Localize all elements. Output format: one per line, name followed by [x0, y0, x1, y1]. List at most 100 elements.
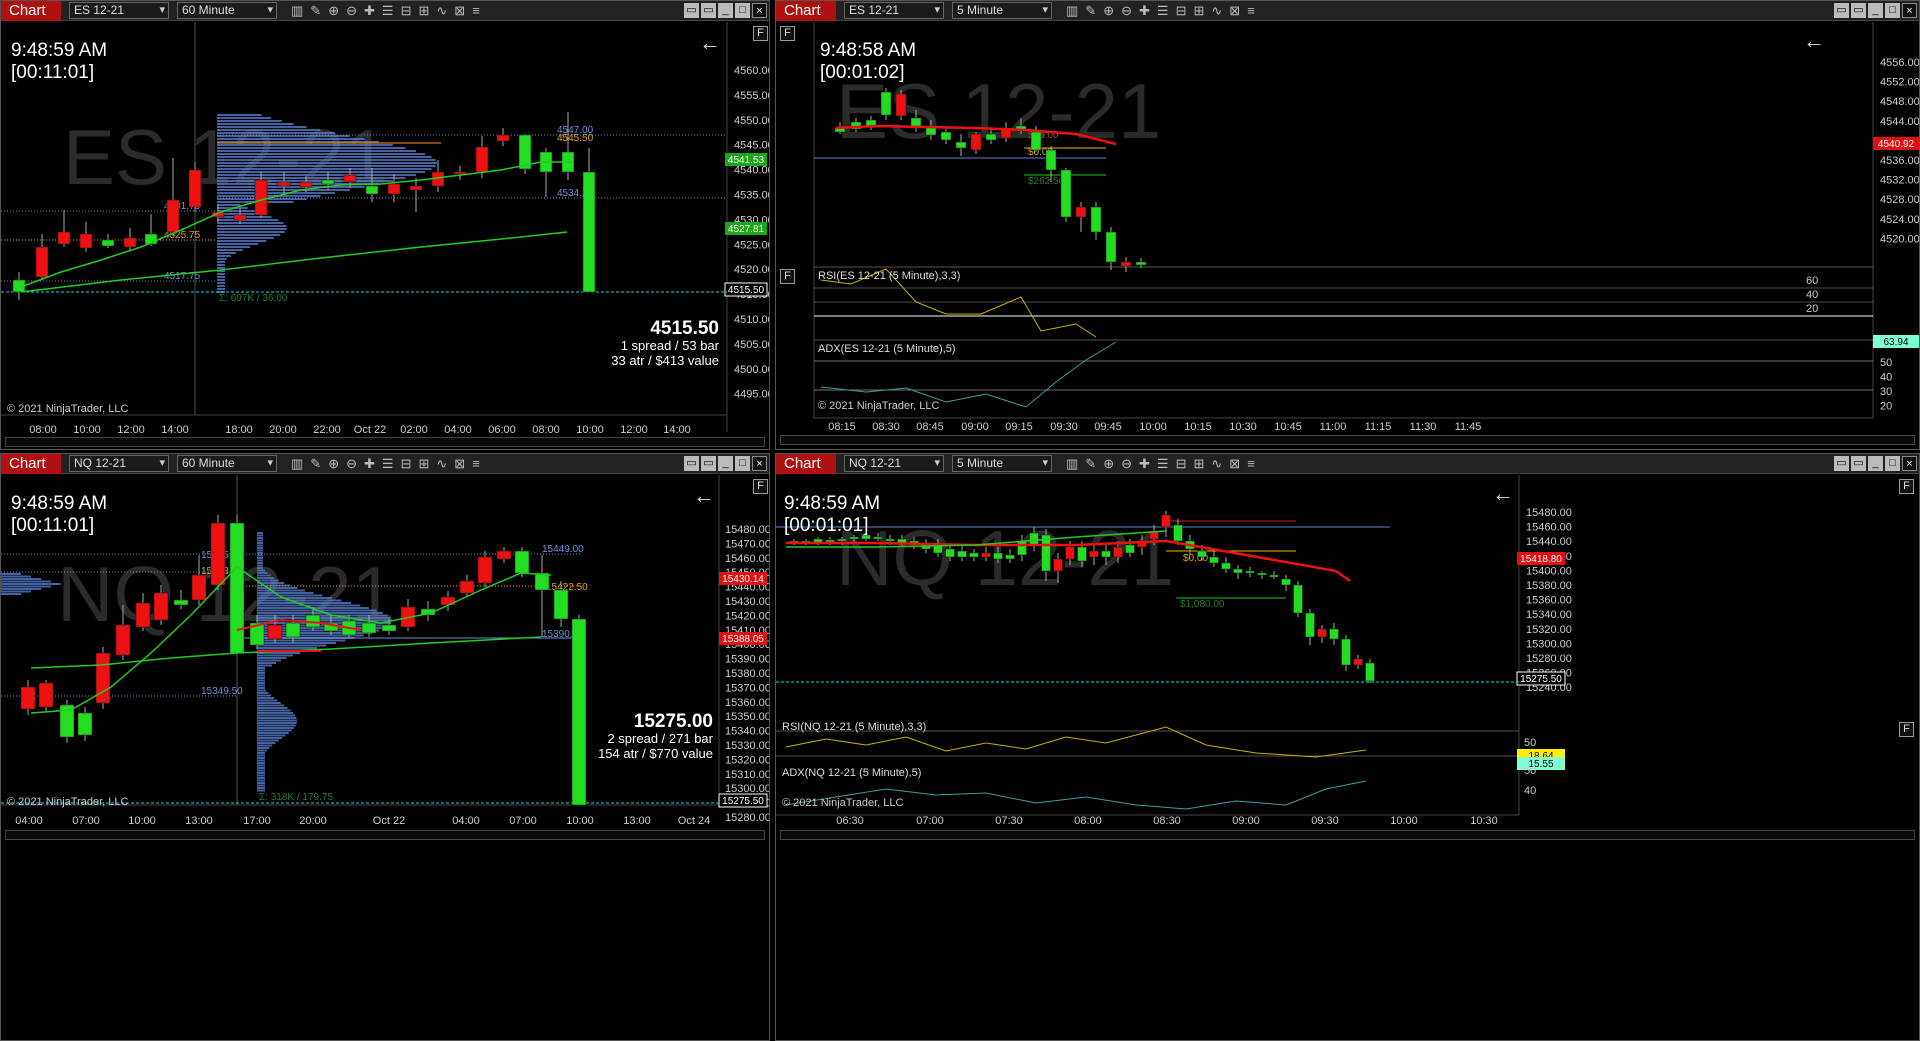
data-box-icon[interactable]: ⊠ — [454, 3, 465, 19]
zoom-in-icon[interactable]: ⊕ — [1103, 456, 1114, 472]
crosshair-icon[interactable]: ✚ — [1139, 456, 1150, 472]
template-icon[interactable]: ⊟ — [1176, 3, 1187, 19]
template-icon[interactable]: ⊟ — [401, 456, 412, 472]
zoom-in-icon[interactable]: ⊕ — [1103, 3, 1114, 19]
list-icon[interactable]: ≡ — [472, 3, 480, 19]
minimize-icon[interactable]: _ — [718, 456, 733, 471]
crosshair-icon[interactable]: ✚ — [364, 3, 375, 19]
list-icon[interactable]: ≡ — [1247, 3, 1255, 19]
tile2-icon[interactable]: ▭ — [1851, 456, 1866, 471]
f-button[interactable]: F — [753, 479, 768, 494]
strategy-icon[interactable]: ∿ — [1211, 3, 1222, 19]
template-icon[interactable]: ⊟ — [401, 3, 412, 19]
back-arrow-icon[interactable]: ← — [699, 30, 721, 56]
instrument-select[interactable]: ES 12-21 — [69, 2, 169, 19]
zoom-out-icon[interactable]: ⊖ — [346, 3, 357, 19]
bars-icon[interactable]: ▥ — [291, 3, 303, 19]
close-icon[interactable]: × — [1902, 456, 1917, 471]
minimize-icon[interactable]: _ — [718, 3, 733, 18]
strategy-icon[interactable]: ∿ — [436, 456, 447, 472]
crosshair-icon[interactable]: ✚ — [364, 456, 375, 472]
price-panel[interactable]: NQ 12-2115480.0015470.0015460.0015450.00… — [1, 475, 769, 1040]
back-arrow-icon[interactable]: ← — [1492, 481, 1514, 507]
price-chart[interactable]: ES 12-214556.004552.004548.004544.004540… — [776, 22, 1919, 450]
tile2-icon[interactable]: ▭ — [701, 3, 716, 18]
list-icon[interactable]: ≡ — [472, 456, 480, 472]
horizontal-scrollbar[interactable] — [5, 437, 765, 447]
template-icon[interactable]: ⊟ — [1176, 456, 1187, 472]
tile-icon[interactable]: ▭ — [1834, 3, 1849, 18]
list-icon[interactable]: ≡ — [1247, 456, 1255, 472]
maximize-icon[interactable]: □ — [1885, 456, 1900, 471]
properties-icon[interactable]: ☰ — [1157, 3, 1169, 19]
maximize-icon[interactable]: □ — [1885, 3, 1900, 18]
minimize-icon[interactable]: _ — [1868, 456, 1883, 471]
f-button[interactable]: F — [1899, 479, 1914, 494]
price-chart[interactable]: NQ 12-2115480.0015460.0015440.0015420.00… — [776, 475, 1919, 1041]
pencil-icon[interactable]: ✎ — [310, 456, 321, 472]
bars-icon[interactable]: ▥ — [1066, 456, 1078, 472]
data-box-icon[interactable]: ⊠ — [1229, 3, 1240, 19]
chart-tab[interactable]: Chart — [776, 454, 836, 474]
tile-icon[interactable]: ▭ — [684, 3, 699, 18]
back-arrow-icon[interactable]: ← — [693, 483, 715, 509]
zoom-out-icon[interactable]: ⊖ — [346, 456, 357, 472]
pencil-icon[interactable]: ✎ — [1085, 456, 1096, 472]
horizontal-scrollbar[interactable] — [780, 830, 1915, 840]
horizontal-scrollbar[interactable] — [780, 435, 1915, 445]
price-panel[interactable]: ES 12-214556.004552.004548.004544.004540… — [776, 22, 1919, 449]
minimize-icon[interactable]: _ — [1868, 3, 1883, 18]
zoom-out-icon[interactable]: ⊖ — [1121, 456, 1132, 472]
chart-tab[interactable]: Chart — [1, 1, 61, 21]
chart-tab[interactable]: Chart — [1, 454, 61, 474]
copyright: © 2021 NinjaTrader, LLC — [7, 796, 129, 808]
maximize-icon[interactable]: □ — [735, 3, 750, 18]
bars-icon[interactable]: ▥ — [291, 456, 303, 472]
f-button-rsi[interactable]: F — [1899, 722, 1914, 737]
close-icon[interactable]: × — [1902, 3, 1917, 18]
maximize-icon[interactable]: □ — [735, 456, 750, 471]
price-panel[interactable]: NQ 12-2115480.0015460.0015440.0015420.00… — [776, 475, 1919, 1040]
indicators-icon[interactable]: ⊞ — [1193, 456, 1204, 472]
f-button-rsi[interactable]: F — [780, 269, 795, 284]
chart-toolbar: Chart NQ 12-21 60 Minute ▥✎⊕⊖✚☰⊟⊞∿⊠≡ ▭▭_… — [1, 454, 769, 474]
back-arrow-icon[interactable]: ← — [1803, 28, 1825, 54]
zoom-in-icon[interactable]: ⊕ — [328, 3, 339, 19]
interval-select[interactable]: 5 Minute — [952, 455, 1052, 472]
horizontal-scrollbar[interactable] — [5, 830, 765, 840]
close-icon[interactable]: × — [752, 3, 767, 18]
strategy-icon[interactable]: ∿ — [1211, 456, 1222, 472]
price-panel[interactable]: ES 12-214560.004555.004550.004545.004540… — [1, 22, 769, 449]
bars-icon[interactable]: ▥ — [1066, 3, 1078, 19]
zoom-in-icon[interactable]: ⊕ — [328, 456, 339, 472]
properties-icon[interactable]: ☰ — [382, 456, 394, 472]
tile2-icon[interactable]: ▭ — [701, 456, 716, 471]
f-button[interactable]: F — [753, 26, 768, 41]
zoom-out-icon[interactable]: ⊖ — [1121, 3, 1132, 19]
crosshair-icon[interactable]: ✚ — [1139, 3, 1150, 19]
data-box-icon[interactable]: ⊠ — [454, 456, 465, 472]
properties-icon[interactable]: ☰ — [382, 3, 394, 19]
interval-select[interactable]: 60 Minute — [177, 455, 277, 472]
indicators-icon[interactable]: ⊞ — [1193, 3, 1204, 19]
strategy-icon[interactable]: ∿ — [436, 3, 447, 19]
tile-icon[interactable]: ▭ — [1834, 456, 1849, 471]
close-icon[interactable]: × — [752, 456, 767, 471]
interval-select[interactable]: 60 Minute — [177, 2, 277, 19]
data-box-icon[interactable]: ⊠ — [1229, 456, 1240, 472]
instrument-select[interactable]: NQ 12-21 — [844, 455, 944, 472]
candle — [381, 624, 397, 632]
pencil-icon[interactable]: ✎ — [310, 3, 321, 19]
instrument-select[interactable]: NQ 12-21 — [69, 455, 169, 472]
tile2-icon[interactable]: ▭ — [1851, 3, 1866, 18]
f-button[interactable]: F — [780, 26, 795, 41]
chart-tab[interactable]: Chart — [776, 1, 836, 21]
indicators-icon[interactable]: ⊞ — [418, 456, 429, 472]
indicators-icon[interactable]: ⊞ — [418, 3, 429, 19]
pencil-icon[interactable]: ✎ — [1085, 3, 1096, 19]
tile-icon[interactable]: ▭ — [684, 456, 699, 471]
properties-icon[interactable]: ☰ — [1157, 456, 1169, 472]
instrument-select[interactable]: ES 12-21 — [844, 2, 944, 19]
price-chart[interactable]: ES 12-214560.004555.004550.004545.004540… — [1, 22, 769, 450]
interval-select[interactable]: 5 Minute — [952, 2, 1052, 19]
